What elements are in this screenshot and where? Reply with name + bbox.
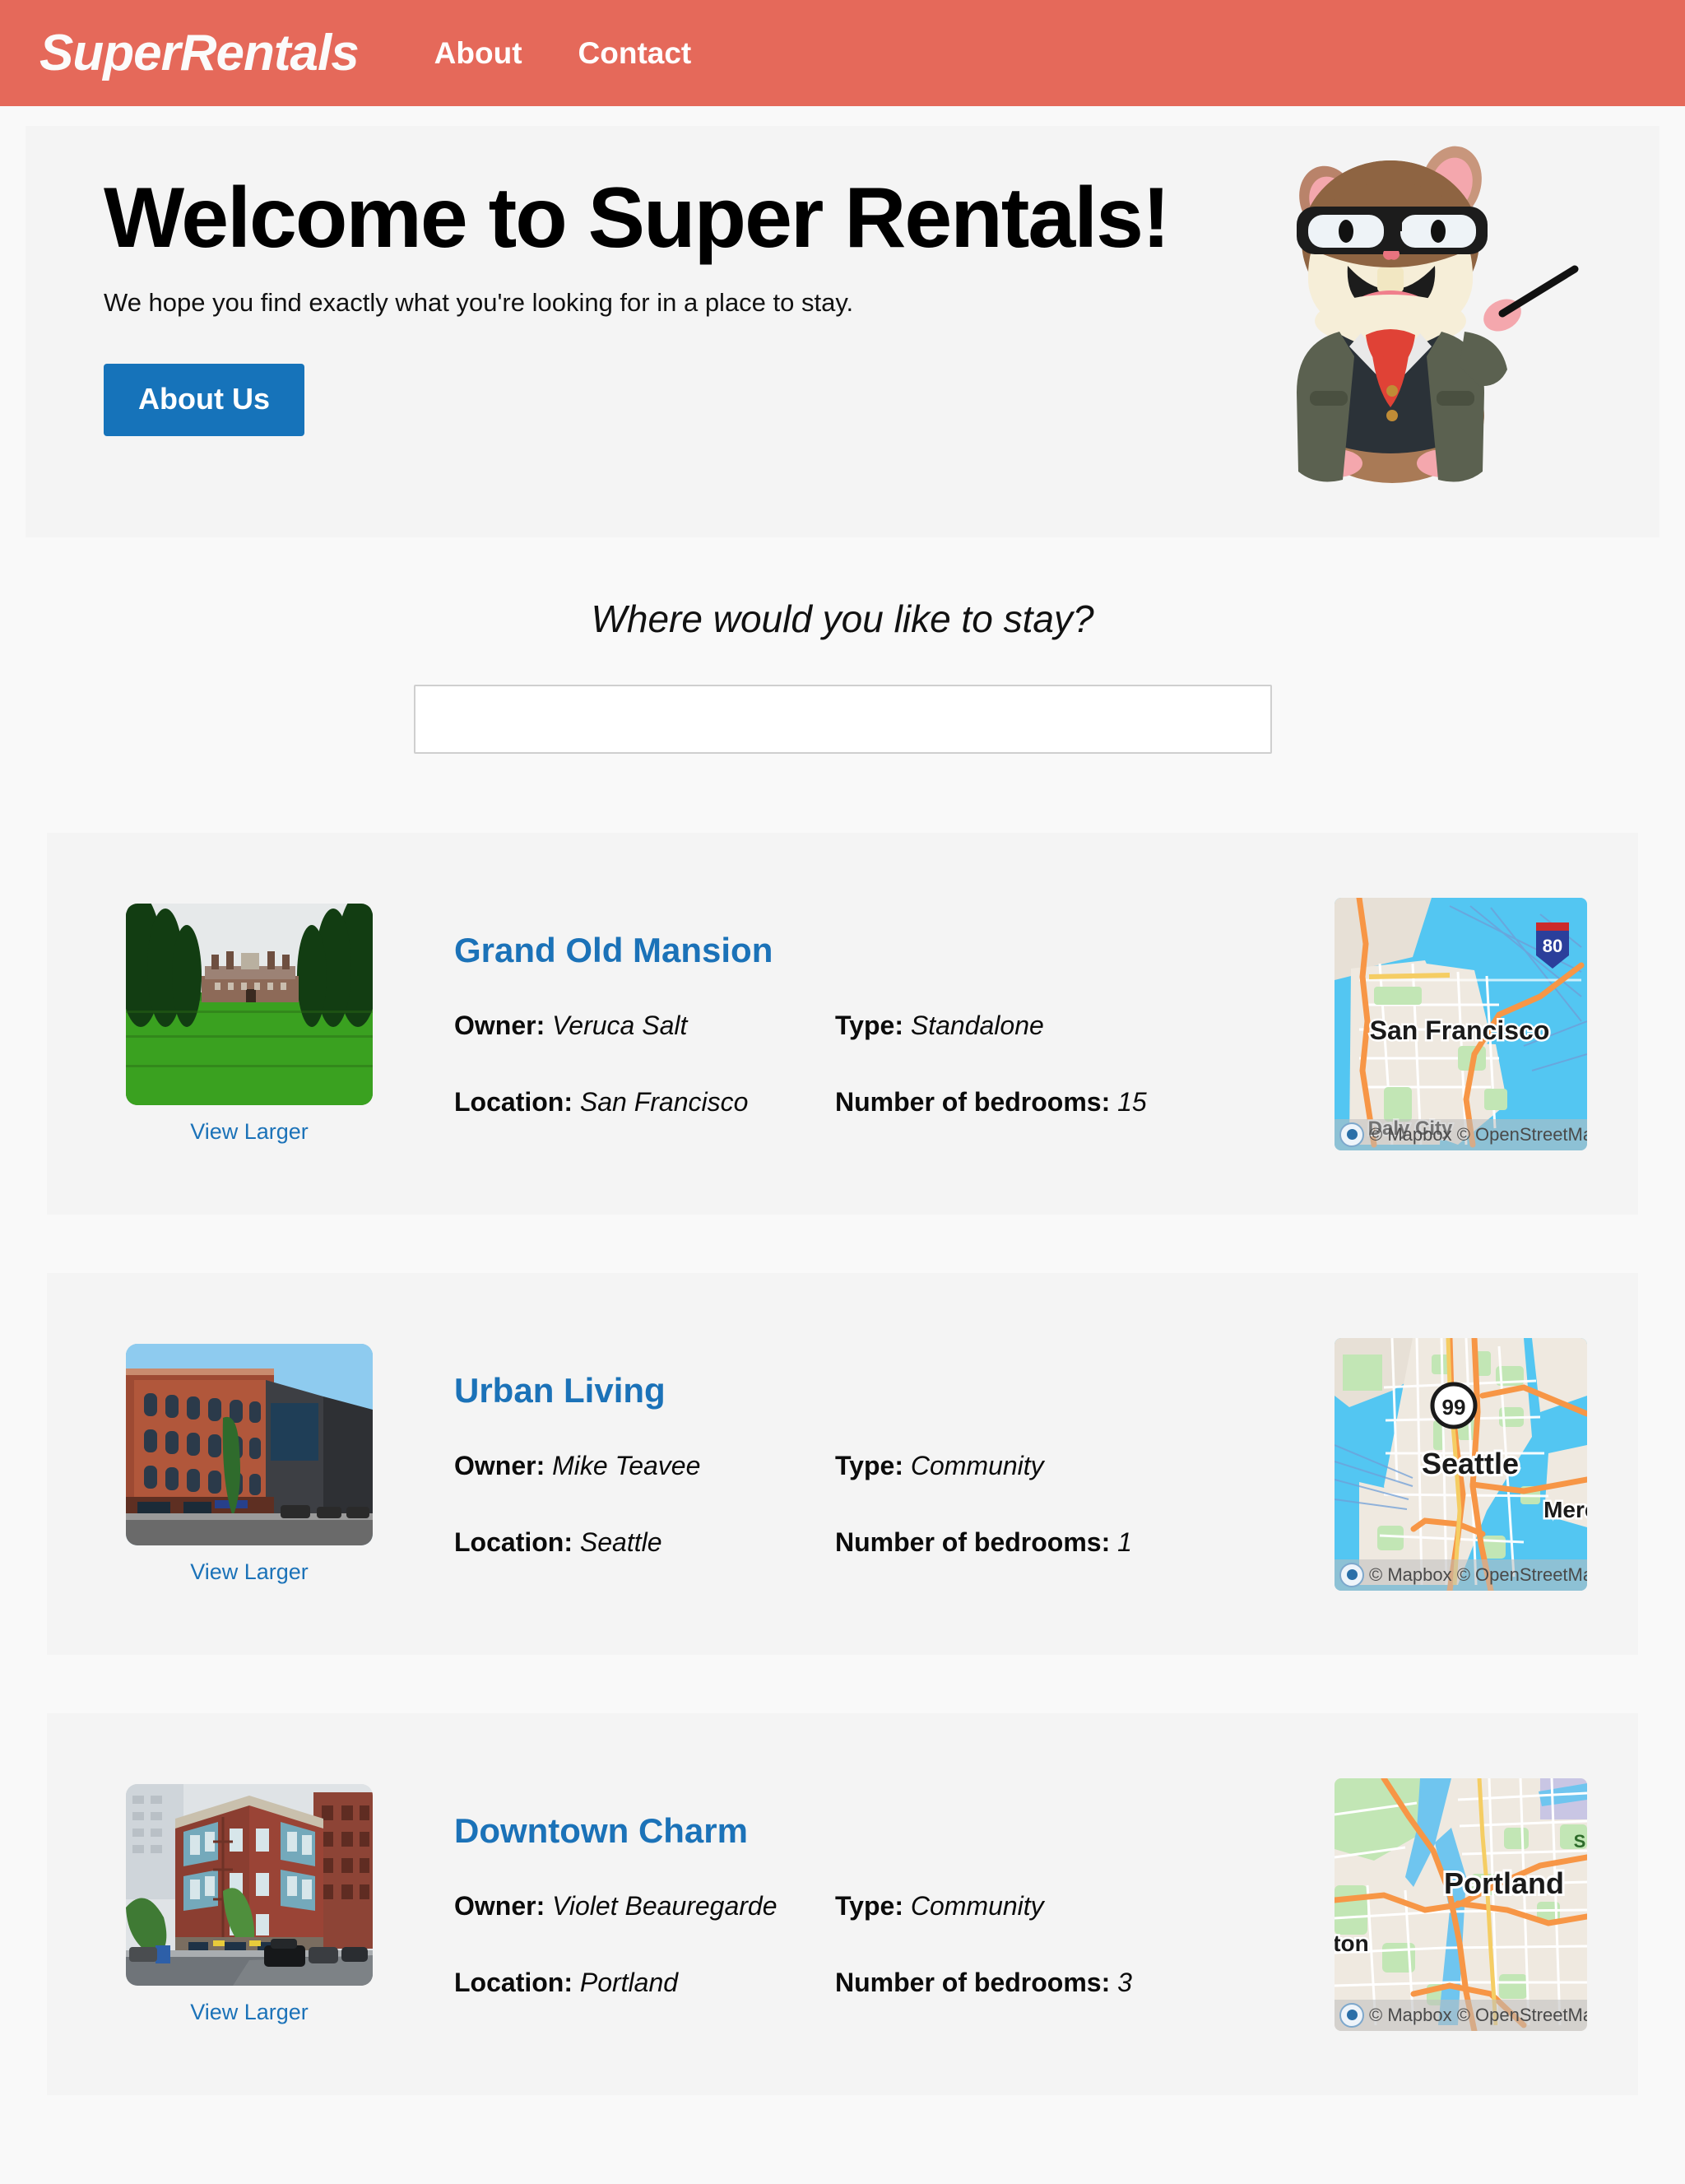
rental-attributes: Owner: Violet Beauregarde Type: Communit… [454, 1891, 1318, 1998]
rental-card: View Larger Grand Old Mansion Owner: Ver… [47, 833, 1638, 1215]
map-park-label: S [1574, 1831, 1586, 1852]
owner-value: Mike Teavee [552, 1450, 701, 1480]
rental-type-field: Type: Standalone [835, 1011, 1318, 1041]
map-attribution-text: © Mapbox © OpenStreetMap [1369, 1123, 1587, 1145]
rental-location-field: Location: Seattle [454, 1527, 835, 1558]
owner-label: Owner: [454, 1010, 545, 1040]
rental-card: View Larger Urban Living Owner: Mike Tea… [47, 1273, 1638, 1655]
view-larger-link[interactable]: View Larger [190, 2000, 309, 2025]
rental-bedrooms-field: Number of bedrooms: 1 [835, 1527, 1318, 1558]
nav-link-contact[interactable]: Contact [578, 36, 692, 71]
mapbox-logo-icon [1339, 1122, 1364, 1147]
view-larger-link[interactable]: View Larger [190, 1119, 309, 1145]
rental-details: Downtown Charm Owner: Violet Beauregarde… [373, 1713, 1335, 2095]
rental-type-field: Type: Community [835, 1891, 1318, 1921]
rental-card: View Larger Downtown Charm Owner: Violet… [47, 1713, 1638, 2095]
rental-title-link[interactable]: Urban Living [454, 1371, 1318, 1410]
type-value: Community [910, 1450, 1044, 1480]
search-heading: Where would you like to stay? [591, 597, 1094, 640]
rental-image-column: View Larger [126, 1343, 373, 1585]
tomster-hamster-mascot-icon [1269, 144, 1581, 490]
search-section: Where would you like to stay? [0, 597, 1685, 754]
nav-link-about[interactable]: About [434, 36, 522, 71]
rental-details: Urban Living Owner: Mike Teavee Type: Co… [373, 1273, 1335, 1655]
map-attribution-text: © Mapbox © OpenStreetMap [1369, 1564, 1587, 1585]
rental-image-column: View Larger [126, 903, 373, 1145]
owner-value: Veruca Salt [552, 1010, 688, 1040]
bedrooms-value: 1 [1117, 1526, 1132, 1557]
map-city-label: Seattle [1422, 1447, 1519, 1480]
location-label: Location: [454, 1086, 573, 1117]
rental-attributes: Owner: Mike Teavee Type: Community Locat… [454, 1451, 1318, 1558]
rentals-list: View Larger Grand Old Mansion Owner: Ver… [0, 833, 1685, 2095]
type-label: Type: [835, 1890, 903, 1921]
site-header: SuperRentals About Contact [0, 0, 1685, 106]
map-attribution-text: © Mapbox © OpenStreetMap [1369, 2004, 1587, 2025]
map-city-label-secondary: ton [1335, 1931, 1369, 1956]
view-larger-link[interactable]: View Larger [190, 1559, 309, 1585]
rental-owner-field: Owner: Veruca Salt [454, 1011, 835, 1041]
location-value: Seattle [579, 1526, 662, 1557]
mansion-lawn-photo[interactable] [126, 903, 373, 1105]
owner-value: Violet Beauregarde [552, 1890, 778, 1921]
map-attribution: © Mapbox © OpenStreetMap [1335, 1999, 1587, 2031]
bedrooms-label: Number of bedrooms: [835, 1967, 1111, 1997]
svg-text:99: 99 [1442, 1395, 1466, 1420]
location-label: Location: [454, 1967, 573, 1997]
type-value: Standalone [910, 1010, 1044, 1040]
location-label: Location: [454, 1526, 573, 1557]
map-attribution: © Mapbox © OpenStreetMap [1335, 1559, 1587, 1591]
primary-navigation: About Contact [434, 36, 692, 71]
bedrooms-value: 3 [1117, 1967, 1132, 1997]
type-label: Type: [835, 1450, 903, 1480]
hero-section-wrapper: Welcome to Super Rentals! We hope you fi… [0, 106, 1685, 537]
rental-location-map[interactable]: Portland ton S © Mapbox © OpenStreetMap [1335, 1777, 1587, 2031]
rental-location-map[interactable]: 99 Seattle Mercer © Mapbox © OpenStreetM… [1335, 1337, 1587, 1591]
location-value: Portland [579, 1967, 679, 1997]
rental-owner-field: Owner: Violet Beauregarde [454, 1891, 835, 1921]
bedrooms-label: Number of bedrooms: [835, 1086, 1111, 1117]
rental-details: Grand Old Mansion Owner: Veruca Salt Typ… [373, 833, 1335, 1215]
bedrooms-label: Number of bedrooms: [835, 1526, 1111, 1557]
highway-shield-icon: 99 [1430, 1382, 1478, 1429]
rental-bedrooms-field: Number of bedrooms: 15 [835, 1087, 1318, 1118]
map-city-label: San Francisco [1370, 1015, 1550, 1045]
rental-title-link[interactable]: Grand Old Mansion [454, 931, 1318, 970]
map-attribution: © Mapbox © OpenStreetMap [1335, 1118, 1587, 1150]
rental-location-field: Location: San Francisco [454, 1087, 835, 1118]
svg-text:80: 80 [1543, 936, 1562, 956]
mapbox-logo-icon [1339, 2002, 1364, 2028]
rental-type-field: Type: Community [835, 1451, 1318, 1481]
rental-owner-field: Owner: Mike Teavee [454, 1451, 835, 1481]
rental-location-map[interactable]: 80 San Francisco Daly City © Mapbox © Op… [1335, 897, 1587, 1150]
bedrooms-value: 15 [1117, 1086, 1147, 1117]
type-label: Type: [835, 1010, 903, 1040]
owner-label: Owner: [454, 1450, 545, 1480]
owner-label: Owner: [454, 1890, 545, 1921]
corner-apartment-photo[interactable] [126, 1783, 373, 1986]
map-city-label-secondary: Mercer [1543, 1497, 1587, 1522]
mapbox-logo-icon [1339, 1562, 1364, 1587]
search-input[interactable] [413, 685, 1272, 754]
rental-location-field: Location: Portland [454, 1968, 835, 1998]
rental-attributes: Owner: Veruca Salt Type: Standalone Loca… [454, 1011, 1318, 1118]
about-us-button[interactable]: About Us [104, 364, 304, 437]
location-value: San Francisco [579, 1086, 749, 1117]
map-city-label: Portland [1444, 1866, 1564, 1900]
hero-jumbotron: Welcome to Super Rentals! We hope you fi… [26, 126, 1659, 537]
rental-image-column: View Larger [126, 1783, 373, 2025]
brand-logo-link[interactable]: SuperRentals [39, 24, 360, 82]
brick-building-photo[interactable] [126, 1343, 373, 1545]
rental-bedrooms-field: Number of bedrooms: 3 [835, 1968, 1318, 1998]
rental-title-link[interactable]: Downtown Charm [454, 1811, 1318, 1851]
type-value: Community [910, 1890, 1044, 1921]
